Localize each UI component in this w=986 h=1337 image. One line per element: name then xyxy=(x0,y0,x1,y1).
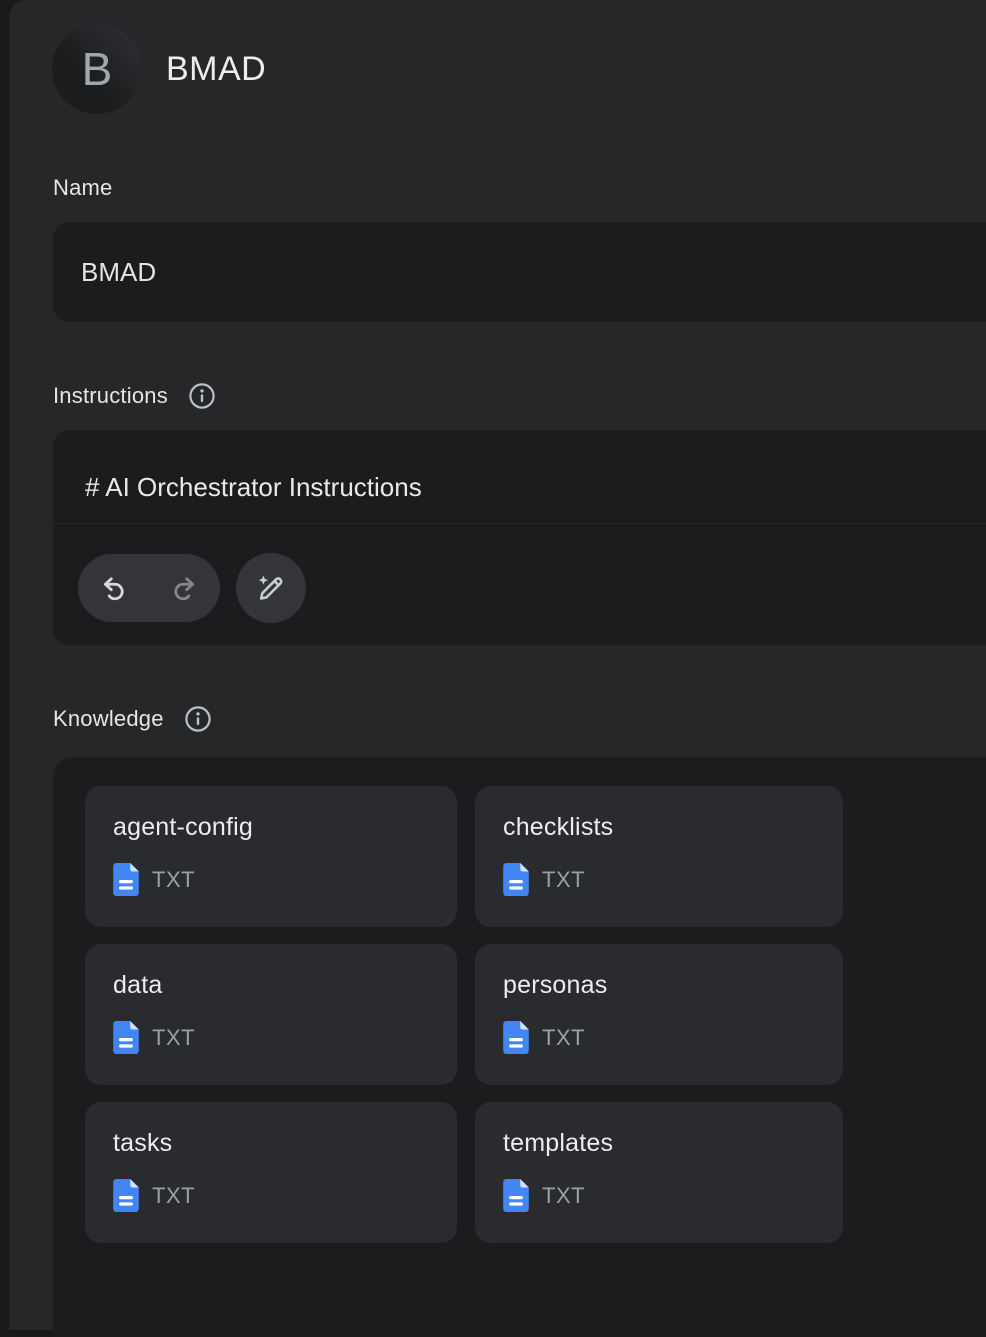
file-name: checklists xyxy=(503,813,843,842)
knowledge-file-card[interactable]: templates TXT xyxy=(475,1102,843,1243)
magic-pen-icon xyxy=(255,572,287,604)
name-input[interactable] xyxy=(53,222,986,322)
instructions-label: Instructions xyxy=(53,383,168,409)
instructions-label-row: Instructions xyxy=(53,382,216,410)
file-name: templates xyxy=(503,1129,843,1158)
file-meta: TXT xyxy=(113,1021,457,1054)
knowledge-file-card[interactable]: agent-config TXT xyxy=(85,786,457,927)
file-meta: TXT xyxy=(113,863,457,896)
file-type-badge: TXT xyxy=(152,867,195,893)
text-document-icon xyxy=(113,1021,139,1054)
file-meta: TXT xyxy=(503,863,843,896)
file-meta: TXT xyxy=(113,1179,457,1212)
knowledge-file-card[interactable]: tasks TXT xyxy=(85,1102,457,1243)
knowledge-label: Knowledge xyxy=(53,706,164,732)
instructions-toolbar xyxy=(78,553,306,623)
file-type-badge: TXT xyxy=(542,867,585,893)
file-type-badge: TXT xyxy=(152,1183,195,1209)
instructions-editor[interactable]: # AI Orchestrator Instructions xyxy=(53,430,986,645)
text-document-icon xyxy=(113,863,139,896)
avatar-letter: B xyxy=(82,42,113,96)
text-document-icon xyxy=(113,1179,139,1212)
info-icon[interactable] xyxy=(188,382,216,410)
file-type-badge: TXT xyxy=(542,1183,585,1209)
editor-divider xyxy=(53,523,986,524)
text-document-icon xyxy=(503,1179,529,1212)
knowledge-container: agent-config TXT checklists TXT data xyxy=(53,757,986,1337)
knowledge-file-card[interactable]: checklists TXT xyxy=(475,786,843,927)
file-name: data xyxy=(113,971,457,1000)
instructions-text[interactable]: # AI Orchestrator Instructions xyxy=(85,472,422,503)
file-meta: TXT xyxy=(503,1179,843,1212)
text-document-icon xyxy=(503,863,529,896)
gem-editor-panel: B BMAD Name Instructions # AI Orchestrat… xyxy=(9,0,986,1330)
undo-redo-group xyxy=(78,554,220,622)
file-name: agent-config xyxy=(113,813,457,842)
text-document-icon xyxy=(503,1021,529,1054)
rewrite-with-ai-button[interactable] xyxy=(236,553,306,623)
info-icon[interactable] xyxy=(184,705,212,733)
name-label-row: Name xyxy=(53,175,113,201)
undo-arrow-icon xyxy=(99,574,128,603)
gem-avatar: B xyxy=(52,24,142,114)
file-type-badge: TXT xyxy=(542,1025,585,1051)
file-meta: TXT xyxy=(503,1021,843,1054)
undo-button[interactable] xyxy=(78,554,149,622)
file-name: tasks xyxy=(113,1129,457,1158)
redo-arrow-icon xyxy=(170,574,199,603)
name-label: Name xyxy=(53,175,113,201)
knowledge-file-card[interactable]: personas TXT xyxy=(475,944,843,1085)
gem-header: B BMAD xyxy=(52,24,266,114)
knowledge-grid: agent-config TXT checklists TXT data xyxy=(85,786,986,1243)
file-type-badge: TXT xyxy=(152,1025,195,1051)
file-name: personas xyxy=(503,971,843,1000)
knowledge-file-card[interactable]: data TXT xyxy=(85,944,457,1085)
knowledge-label-row: Knowledge xyxy=(53,705,212,733)
redo-button[interactable] xyxy=(149,554,220,622)
page-title: BMAD xyxy=(166,50,266,89)
